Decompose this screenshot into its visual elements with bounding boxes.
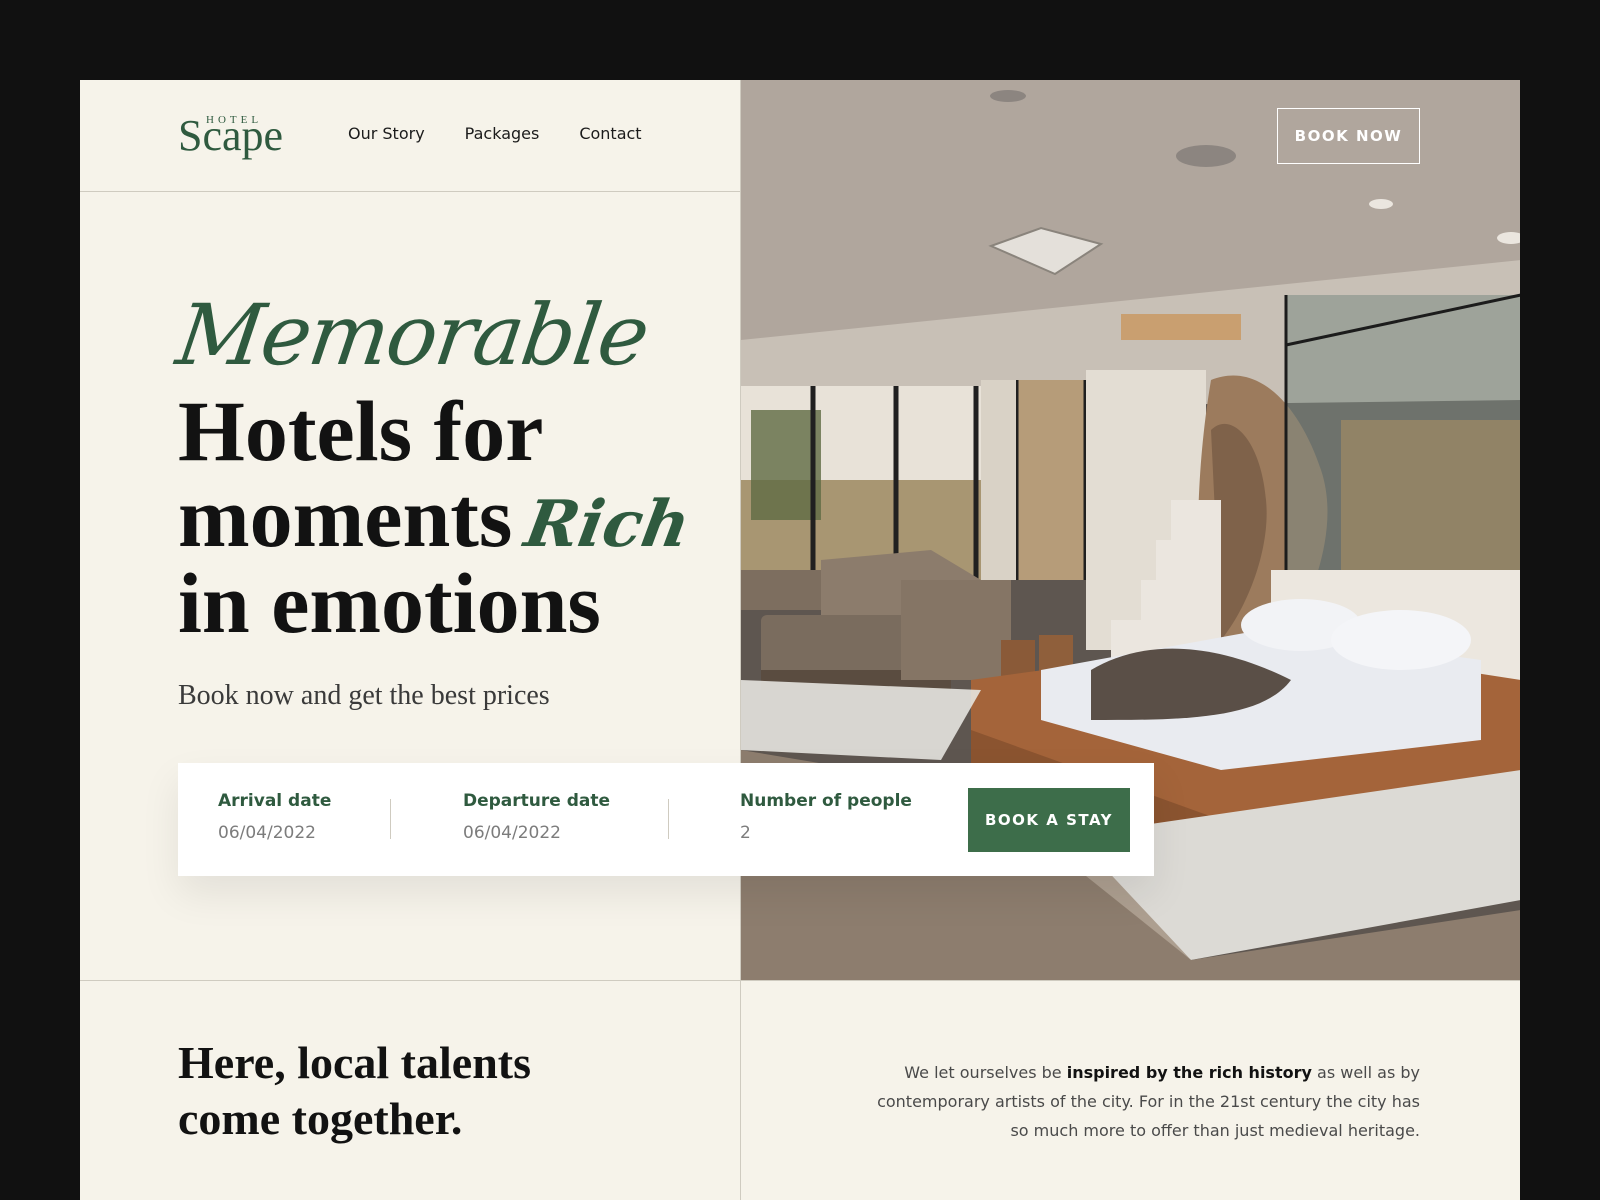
number-of-people-value[interactable]: 2 <box>740 823 912 843</box>
field-divider <box>668 799 669 839</box>
departure-date-label: Departure date <box>463 791 611 811</box>
hero-headline: Hotels for moments Rich in emotions <box>178 383 696 651</box>
hero-script-memorable: Memorable <box>171 286 654 384</box>
booking-bar: Arrival date 06/04/2022 Departure date 0… <box>178 763 1154 876</box>
arrival-date-label: Arrival date <box>218 791 332 811</box>
departure-date-value[interactable]: 06/04/2022 <box>463 823 610 843</box>
number-of-people-field[interactable]: Number of people 2 <box>740 791 912 843</box>
hero-subline: Book now and get the best prices <box>178 680 550 711</box>
field-divider <box>390 799 391 839</box>
number-of-people-label: Number of people <box>740 791 912 811</box>
local-talents-heading: Here, local talents come together. <box>178 1035 531 1147</box>
local-talents-line-1: Here, local talents <box>178 1037 531 1088</box>
hotel-scape-logo[interactable]: HOTEL Scape <box>178 110 283 160</box>
local-talents-line-2: come together. <box>178 1093 463 1144</box>
logo-scape-text: Scape <box>178 111 284 160</box>
site-header: HOTEL Scape Our Story Packages Contact <box>80 80 740 192</box>
main-nav: Our Story Packages Contact <box>348 124 642 143</box>
column-divider <box>740 980 741 1200</box>
history-text-bold: inspired by the rich history <box>1066 1063 1312 1082</box>
nav-our-story[interactable]: Our Story <box>348 124 425 143</box>
nav-packages[interactable]: Packages <box>465 124 540 143</box>
section-divider <box>80 980 1520 981</box>
arrival-date-value[interactable]: 06/04/2022 <box>218 823 331 843</box>
headline-moments: moments <box>178 469 513 565</box>
book-now-button[interactable]: BOOK NOW <box>1277 108 1420 164</box>
landing-page: HOTEL Scape Our Story Packages Contact B… <box>80 80 1520 1200</box>
book-a-stay-button[interactable]: BOOK A STAY <box>968 788 1130 852</box>
headline-line-1: Hotels for <box>178 383 544 479</box>
nav-contact[interactable]: Contact <box>579 124 641 143</box>
arrival-date-field[interactable]: Arrival date 06/04/2022 <box>218 791 331 843</box>
departure-date-field[interactable]: Departure date 06/04/2022 <box>463 791 610 843</box>
history-text-pre: We let ourselves be <box>904 1063 1067 1082</box>
history-paragraph: We let ourselves be inspired by the rich… <box>875 1058 1420 1145</box>
headline-line-2: moments Rich <box>178 474 696 562</box>
hero-script-rich: Rich <box>519 487 697 562</box>
headline-line-3: in emotions <box>178 555 601 651</box>
